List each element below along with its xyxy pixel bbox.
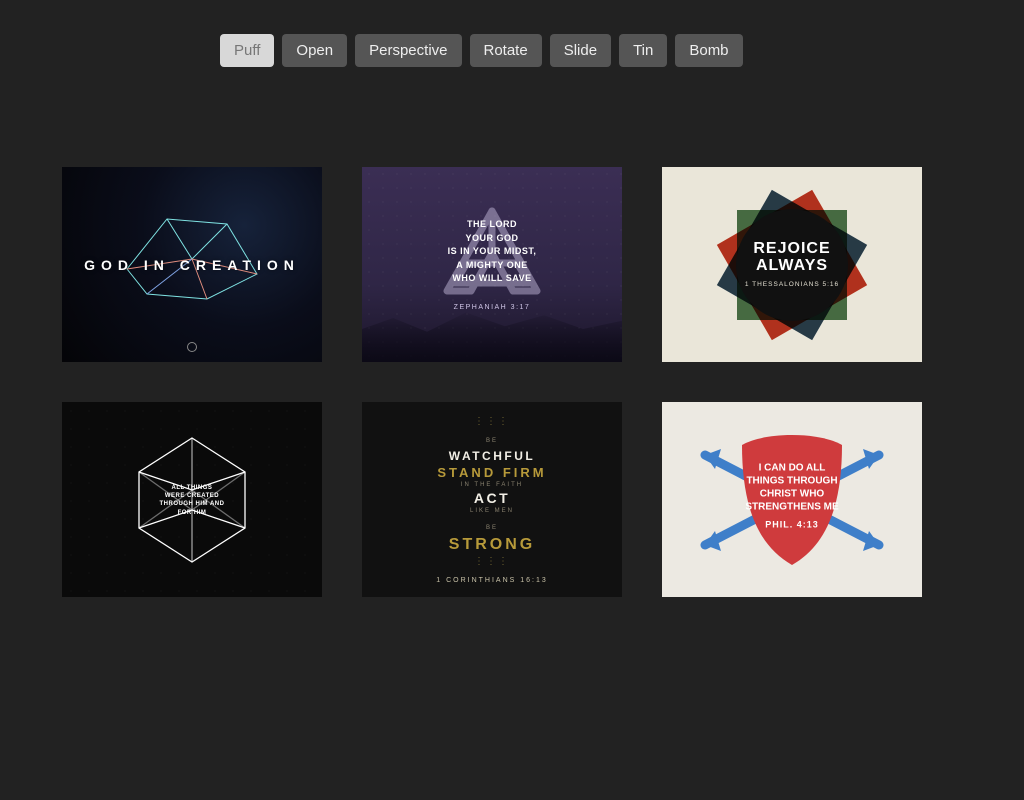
gallery-card-6[interactable]: I CAN DO ALL THINGS THROUGH CHRIST WHO S… [662, 402, 922, 597]
tab-open[interactable]: Open [282, 34, 347, 67]
gallery-card-5[interactable]: ⋮⋮⋮ BE WATCHFUL STAND FIRM IN THE FAITH … [362, 402, 622, 597]
tab-puff[interactable]: Puff [220, 34, 274, 67]
tab-bomb[interactable]: Bomb [675, 34, 742, 67]
ornament-top-icon: ⋮⋮⋮ [474, 416, 510, 427]
tab-perspective[interactable]: Perspective [355, 34, 461, 67]
gallery-card-3[interactable]: REJOICE ALWAYS 1 THESSALONIANS 5:16 [662, 167, 922, 362]
verse-reference: ZEPHANIAH 3:17 [454, 304, 531, 311]
gallery-card-1[interactable]: GOD IN CREATION [62, 167, 322, 362]
logo-icon [187, 342, 197, 352]
gallery-card-4[interactable]: ALL THINGS WERE CREATED THROUGH HIM AND … [62, 402, 322, 597]
tab-tin[interactable]: Tin [619, 34, 667, 67]
stand-firm-text: STAND FIRM [437, 465, 546, 480]
card-title: GOD IN CREATION [84, 257, 300, 273]
gallery-card-2[interactable]: THE LORD YOUR GOD IS IN YOUR MIDST, A MI… [362, 167, 622, 362]
verse-reference: PHIL. 4:13 [737, 519, 847, 531]
strong-text: STRONG [449, 536, 535, 554]
verse-reference: 1 THESSALONIANS 5:16 [745, 281, 839, 288]
ornament-bottom-icon: ⋮⋮⋮ [474, 556, 510, 567]
act-text: ACT [474, 490, 510, 506]
verse-text: THE LORD YOUR GOD IS IN YOUR MIDST, A MI… [448, 218, 537, 286]
watchful-text: WATCHFUL [449, 449, 535, 463]
tab-slide[interactable]: Slide [550, 34, 611, 67]
tab-rotate[interactable]: Rotate [470, 34, 542, 67]
rejoice-text: REJOICE ALWAYS [753, 241, 830, 275]
effect-tabs: PuffOpenPerspective RotateSlideTinBomb [0, 0, 1024, 67]
image-grid: GOD IN CREATION THE LORD YOUR GOD IS IN … [0, 67, 1024, 597]
verse-reference: 1 CORINTHIANS 16:13 [436, 577, 548, 584]
verse-text: I CAN DO ALL THINGS THROUGH CHRIST WHO S… [737, 461, 847, 531]
verse-text: ALL THINGS WERE CREATED THROUGH HIM AND … [152, 483, 232, 517]
center-disc: REJOICE ALWAYS 1 THESSALONIANS 5:16 [736, 209, 848, 321]
